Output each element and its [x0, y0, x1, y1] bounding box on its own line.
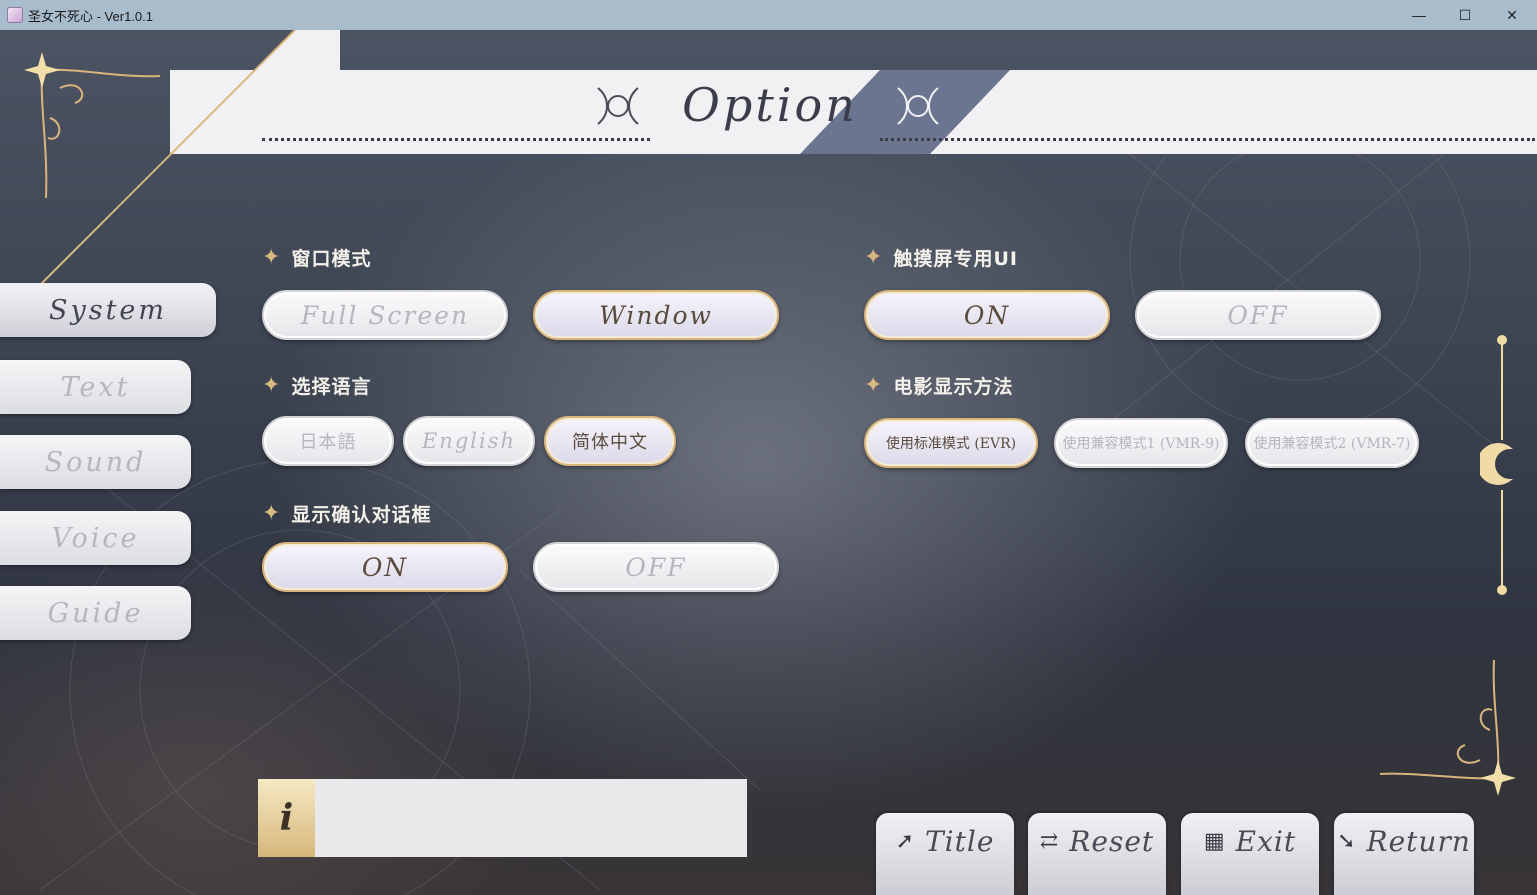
section-movie-mode-title: 电影显示方法 — [893, 375, 1014, 398]
return-button-label: Return — [1366, 825, 1471, 858]
section-touch-ui-title: 触摸屏专用UI — [893, 247, 1018, 270]
close-button[interactable]: ✕ — [1489, 0, 1535, 30]
section-movie-mode: ✦ 电影显示方法 — [864, 371, 1013, 399]
language-english-button[interactable]: English — [403, 416, 535, 466]
maximize-button[interactable]: ☐ — [1442, 0, 1488, 30]
sparkle-icon: ✦ — [262, 244, 282, 270]
touch-ui-on-button[interactable]: ON — [864, 290, 1110, 340]
confirm-off-button[interactable]: OFF — [533, 542, 779, 592]
minimize-icon: — — [1412, 7, 1426, 23]
movie-evr-label: 使用标准模式 (EVR) — [885, 436, 1017, 452]
touch-ui-off-button[interactable]: OFF — [1135, 290, 1381, 340]
language-japanese-button[interactable]: 日本語 — [262, 416, 394, 466]
section-language: ✦ 选择语言 — [262, 371, 371, 399]
reset-button[interactable]: ⇄ Reset — [1028, 813, 1166, 895]
tab-sound[interactable]: Sound — [0, 435, 191, 489]
minimize-button[interactable]: — — [1396, 0, 1442, 30]
section-confirm-dialog: ✦ 显示确认对话框 — [262, 499, 431, 527]
close-icon: ✕ — [1506, 6, 1518, 23]
title-button[interactable]: ➚ Title — [876, 813, 1014, 895]
repeat-icon: ⇄ — [1039, 829, 1060, 854]
tab-voice-label: Voice — [51, 522, 140, 554]
full-screen-button[interactable]: Full Screen — [262, 290, 508, 340]
movie-vmr7-label: 使用兼容模式2 (VMR-7) — [1253, 436, 1411, 452]
touch-ui-on-label: ON — [963, 300, 1011, 330]
confirm-on-button[interactable]: ON — [262, 542, 508, 592]
section-window-mode-title: 窗口模式 — [291, 247, 372, 270]
flourish-left-icon — [597, 87, 639, 125]
window-button[interactable]: Window — [533, 290, 779, 340]
tab-sound-label: Sound — [44, 446, 147, 478]
reset-button-label: Reset — [1069, 825, 1155, 858]
full-screen-label: Full Screen — [300, 300, 470, 330]
language-japanese-label: 日本語 — [299, 432, 357, 453]
sparkle-icon: ✦ — [262, 500, 282, 526]
confirm-off-label: OFF — [625, 552, 687, 582]
touch-ui-off-label: OFF — [1227, 300, 1289, 330]
corner-ornament-icon — [24, 52, 161, 199]
tab-system[interactable]: System — [0, 283, 216, 337]
section-touch-ui: ✦ 触摸屏专用UI — [864, 243, 1018, 271]
app-icon — [7, 7, 23, 23]
moon-ornament-icon — [1480, 335, 1514, 595]
movie-vmr9-button[interactable]: 使用兼容模式1 (VMR-9) — [1054, 418, 1228, 468]
info-icon: i — [258, 779, 315, 857]
tab-voice[interactable]: Voice — [0, 511, 191, 565]
window-title: 圣女不死心 - Ver1.0.1 — [28, 8, 153, 24]
movie-vmr7-button[interactable]: 使用兼容模式2 (VMR-7) — [1245, 418, 1419, 468]
sparkle-icon: ✦ — [864, 372, 884, 398]
section-window-mode: ✦ 窗口模式 — [262, 243, 371, 271]
tab-guide-label: Guide — [47, 597, 144, 629]
movie-vmr9-label: 使用兼容模式1 (VMR-9) — [1062, 436, 1220, 452]
header-dotted-line-left — [262, 138, 650, 141]
exit-button-label: Exit — [1235, 825, 1297, 858]
window-titlebar: 圣女不死心 - Ver1.0.1 — ☐ ✕ — [0, 0, 1537, 30]
exit-button[interactable]: ▦ Exit — [1181, 813, 1319, 895]
info-icon-glyph: i — [279, 797, 294, 839]
maximize-icon: ☐ — [1458, 6, 1472, 23]
arrow-up-right-icon: ➚ — [895, 829, 915, 854]
flourish-right-icon — [897, 87, 939, 125]
window-label: Window — [599, 300, 713, 330]
language-chinese-label: 简体中文 — [572, 432, 648, 453]
confirm-on-label: ON — [361, 552, 409, 582]
tab-system-label: System — [48, 294, 168, 326]
tab-text-label: Text — [60, 371, 131, 403]
info-text-box — [258, 779, 747, 857]
corner-ornament-bottom-icon — [1380, 660, 1516, 796]
door-icon: ▦ — [1203, 829, 1226, 854]
tab-guide[interactable]: Guide — [0, 586, 191, 640]
game-screen: Option System Text Sound Voice Guide ✦ 窗… — [0, 30, 1537, 895]
arrow-down-left-icon: ➘ — [1337, 829, 1357, 854]
return-button[interactable]: ➘ Return — [1334, 813, 1474, 895]
title-button-label: Title — [925, 825, 995, 858]
sparkle-icon: ✦ — [262, 372, 282, 398]
tab-text[interactable]: Text — [0, 360, 191, 414]
page-title: Option — [682, 78, 858, 132]
header-dotted-line-right — [880, 138, 1535, 141]
section-language-title: 选择语言 — [291, 375, 372, 398]
section-confirm-dialog-title: 显示确认对话框 — [291, 503, 432, 526]
language-english-label: English — [421, 429, 517, 453]
sparkle-icon: ✦ — [864, 244, 884, 270]
language-chinese-button[interactable]: 简体中文 — [544, 416, 676, 466]
movie-evr-button[interactable]: 使用标准模式 (EVR) — [864, 418, 1038, 468]
